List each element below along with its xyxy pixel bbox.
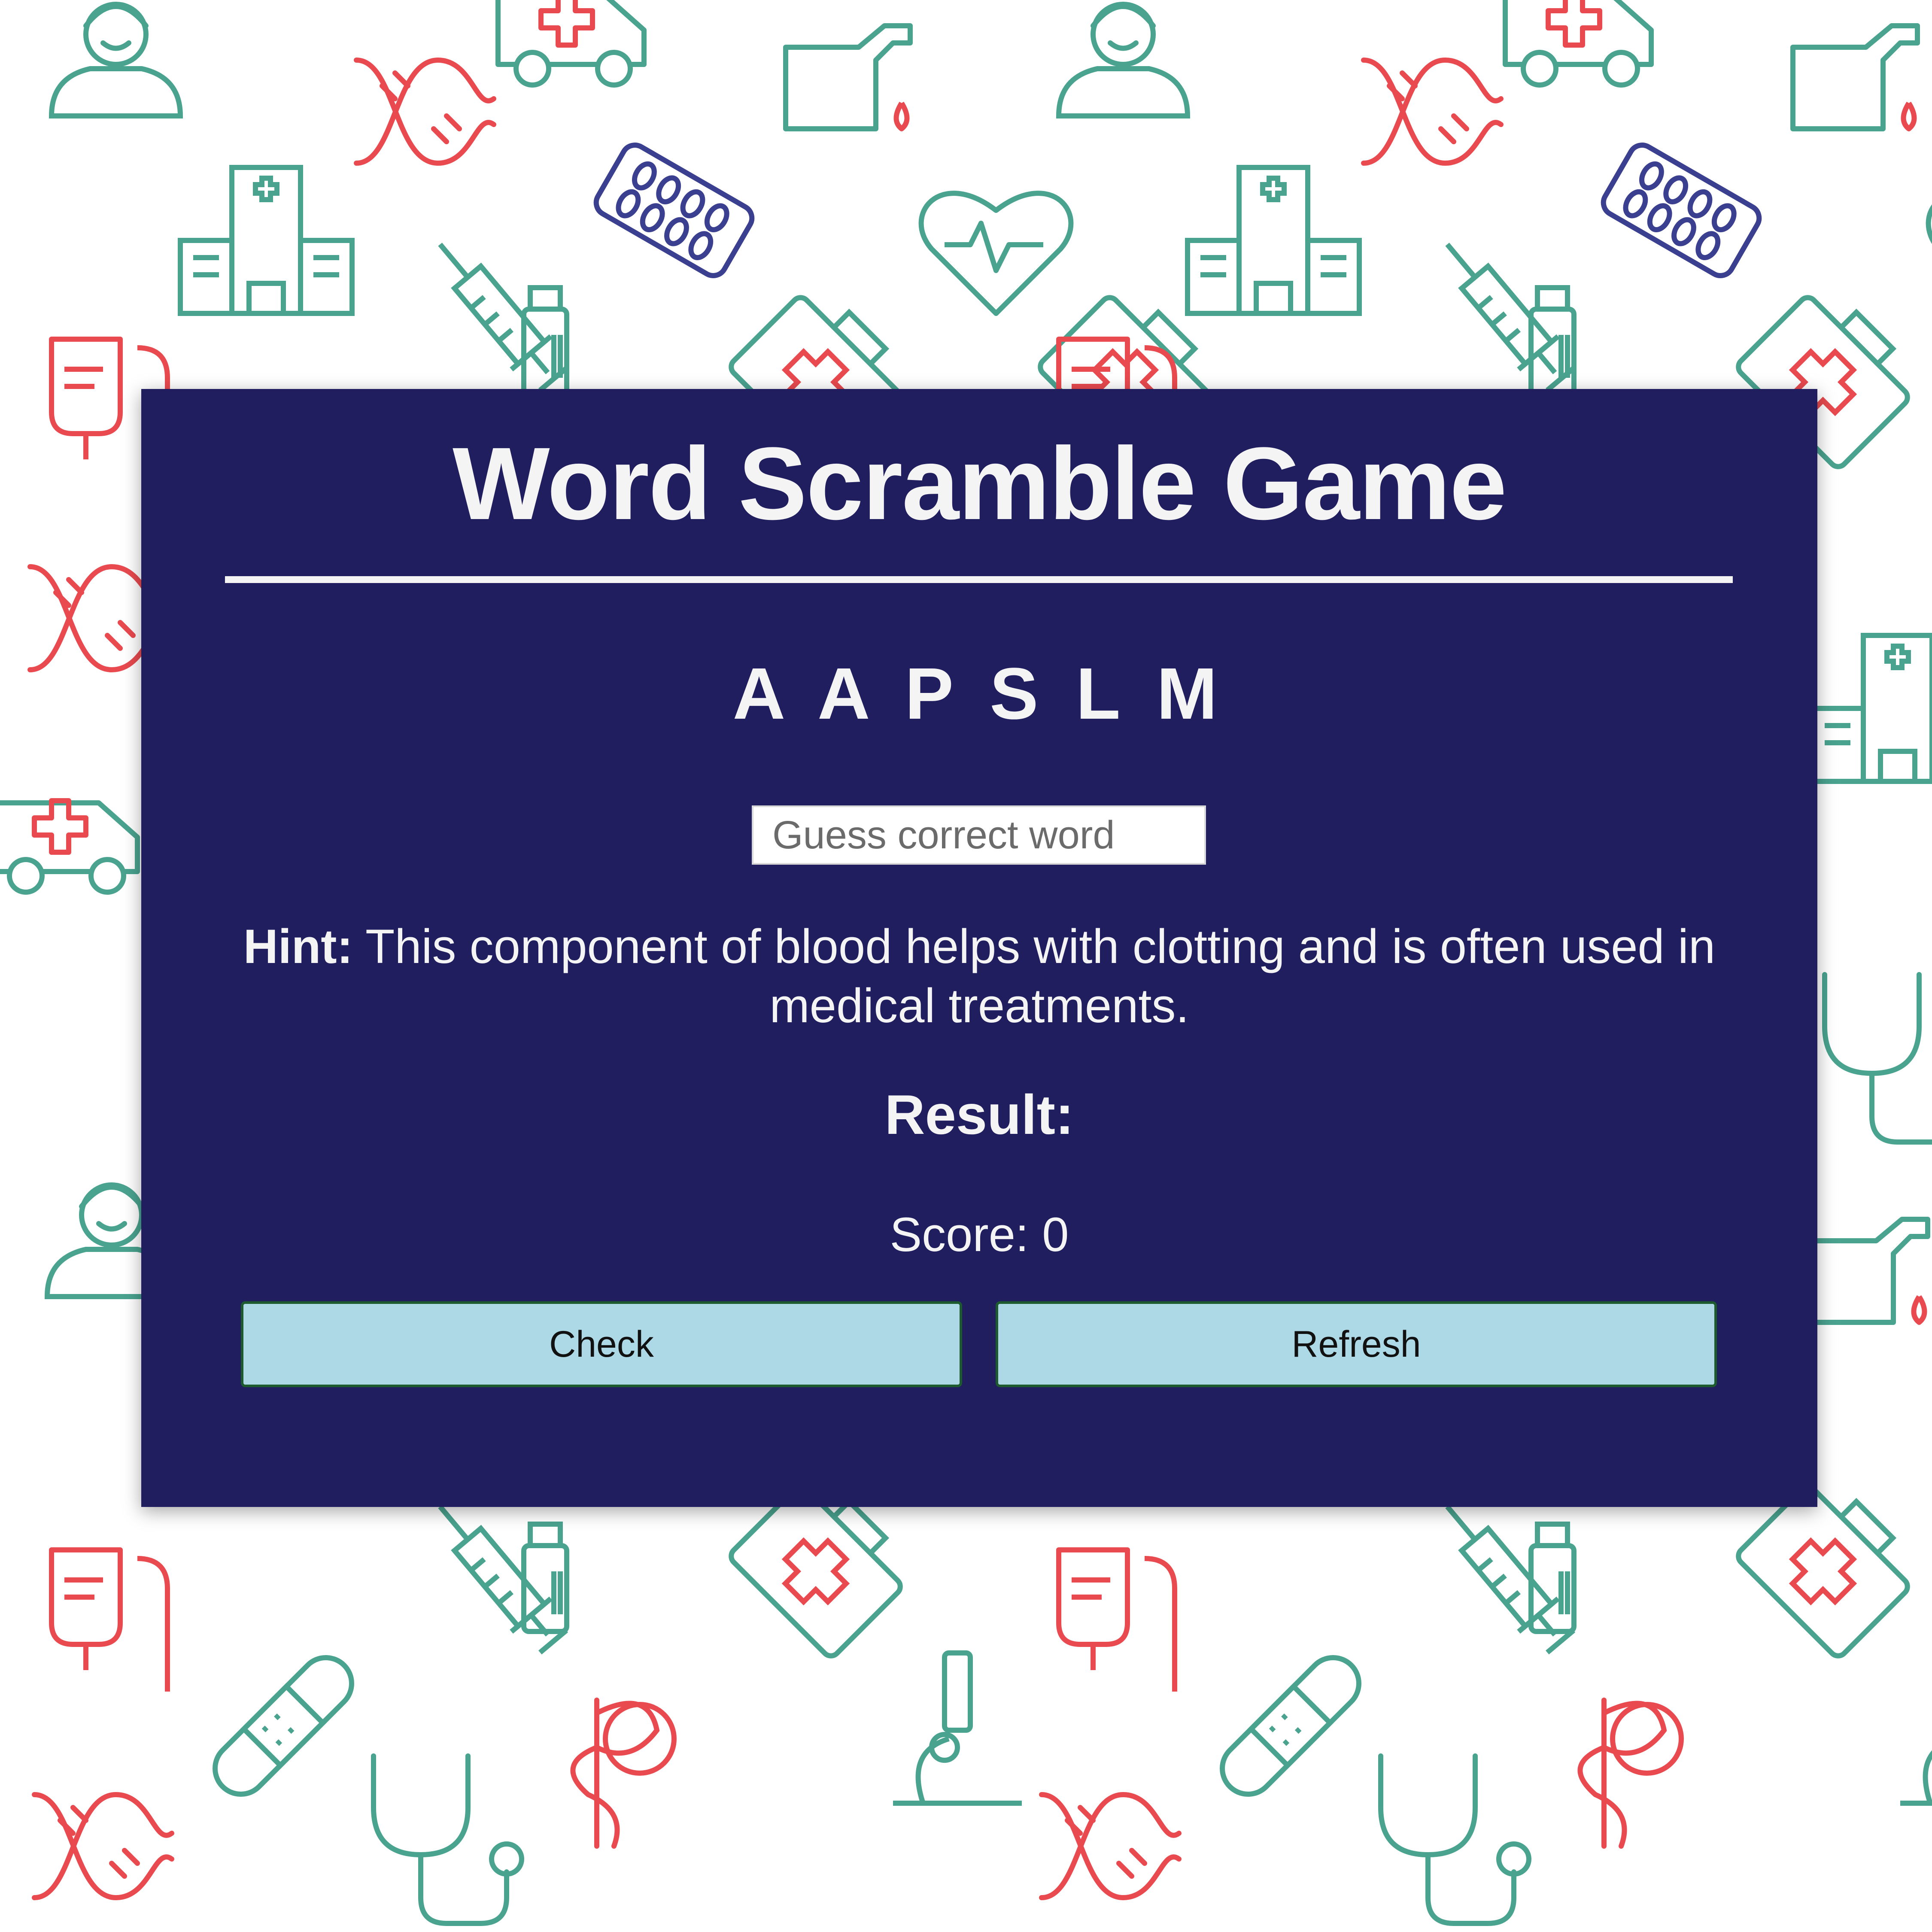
- check-button[interactable]: Check: [241, 1301, 962, 1387]
- game-title: Word Scramble Game: [453, 426, 1507, 541]
- scrambled-word: A A P S L M: [732, 653, 1226, 735]
- score-text: Score: 0: [890, 1208, 1069, 1261]
- hint-label: Hint:: [243, 920, 353, 973]
- game-panel: Word Scramble Game A A P S L M Hint: Thi…: [141, 389, 1817, 1507]
- title-divider: [225, 576, 1733, 583]
- refresh-button[interactable]: Refresh: [996, 1301, 1717, 1387]
- hint-text: Hint: This component of blood helps with…: [236, 917, 1723, 1036]
- guess-input[interactable]: [752, 805, 1206, 865]
- result-label: Result:: [884, 1083, 1074, 1146]
- hint-body: This component of blood helps with clott…: [365, 920, 1716, 1033]
